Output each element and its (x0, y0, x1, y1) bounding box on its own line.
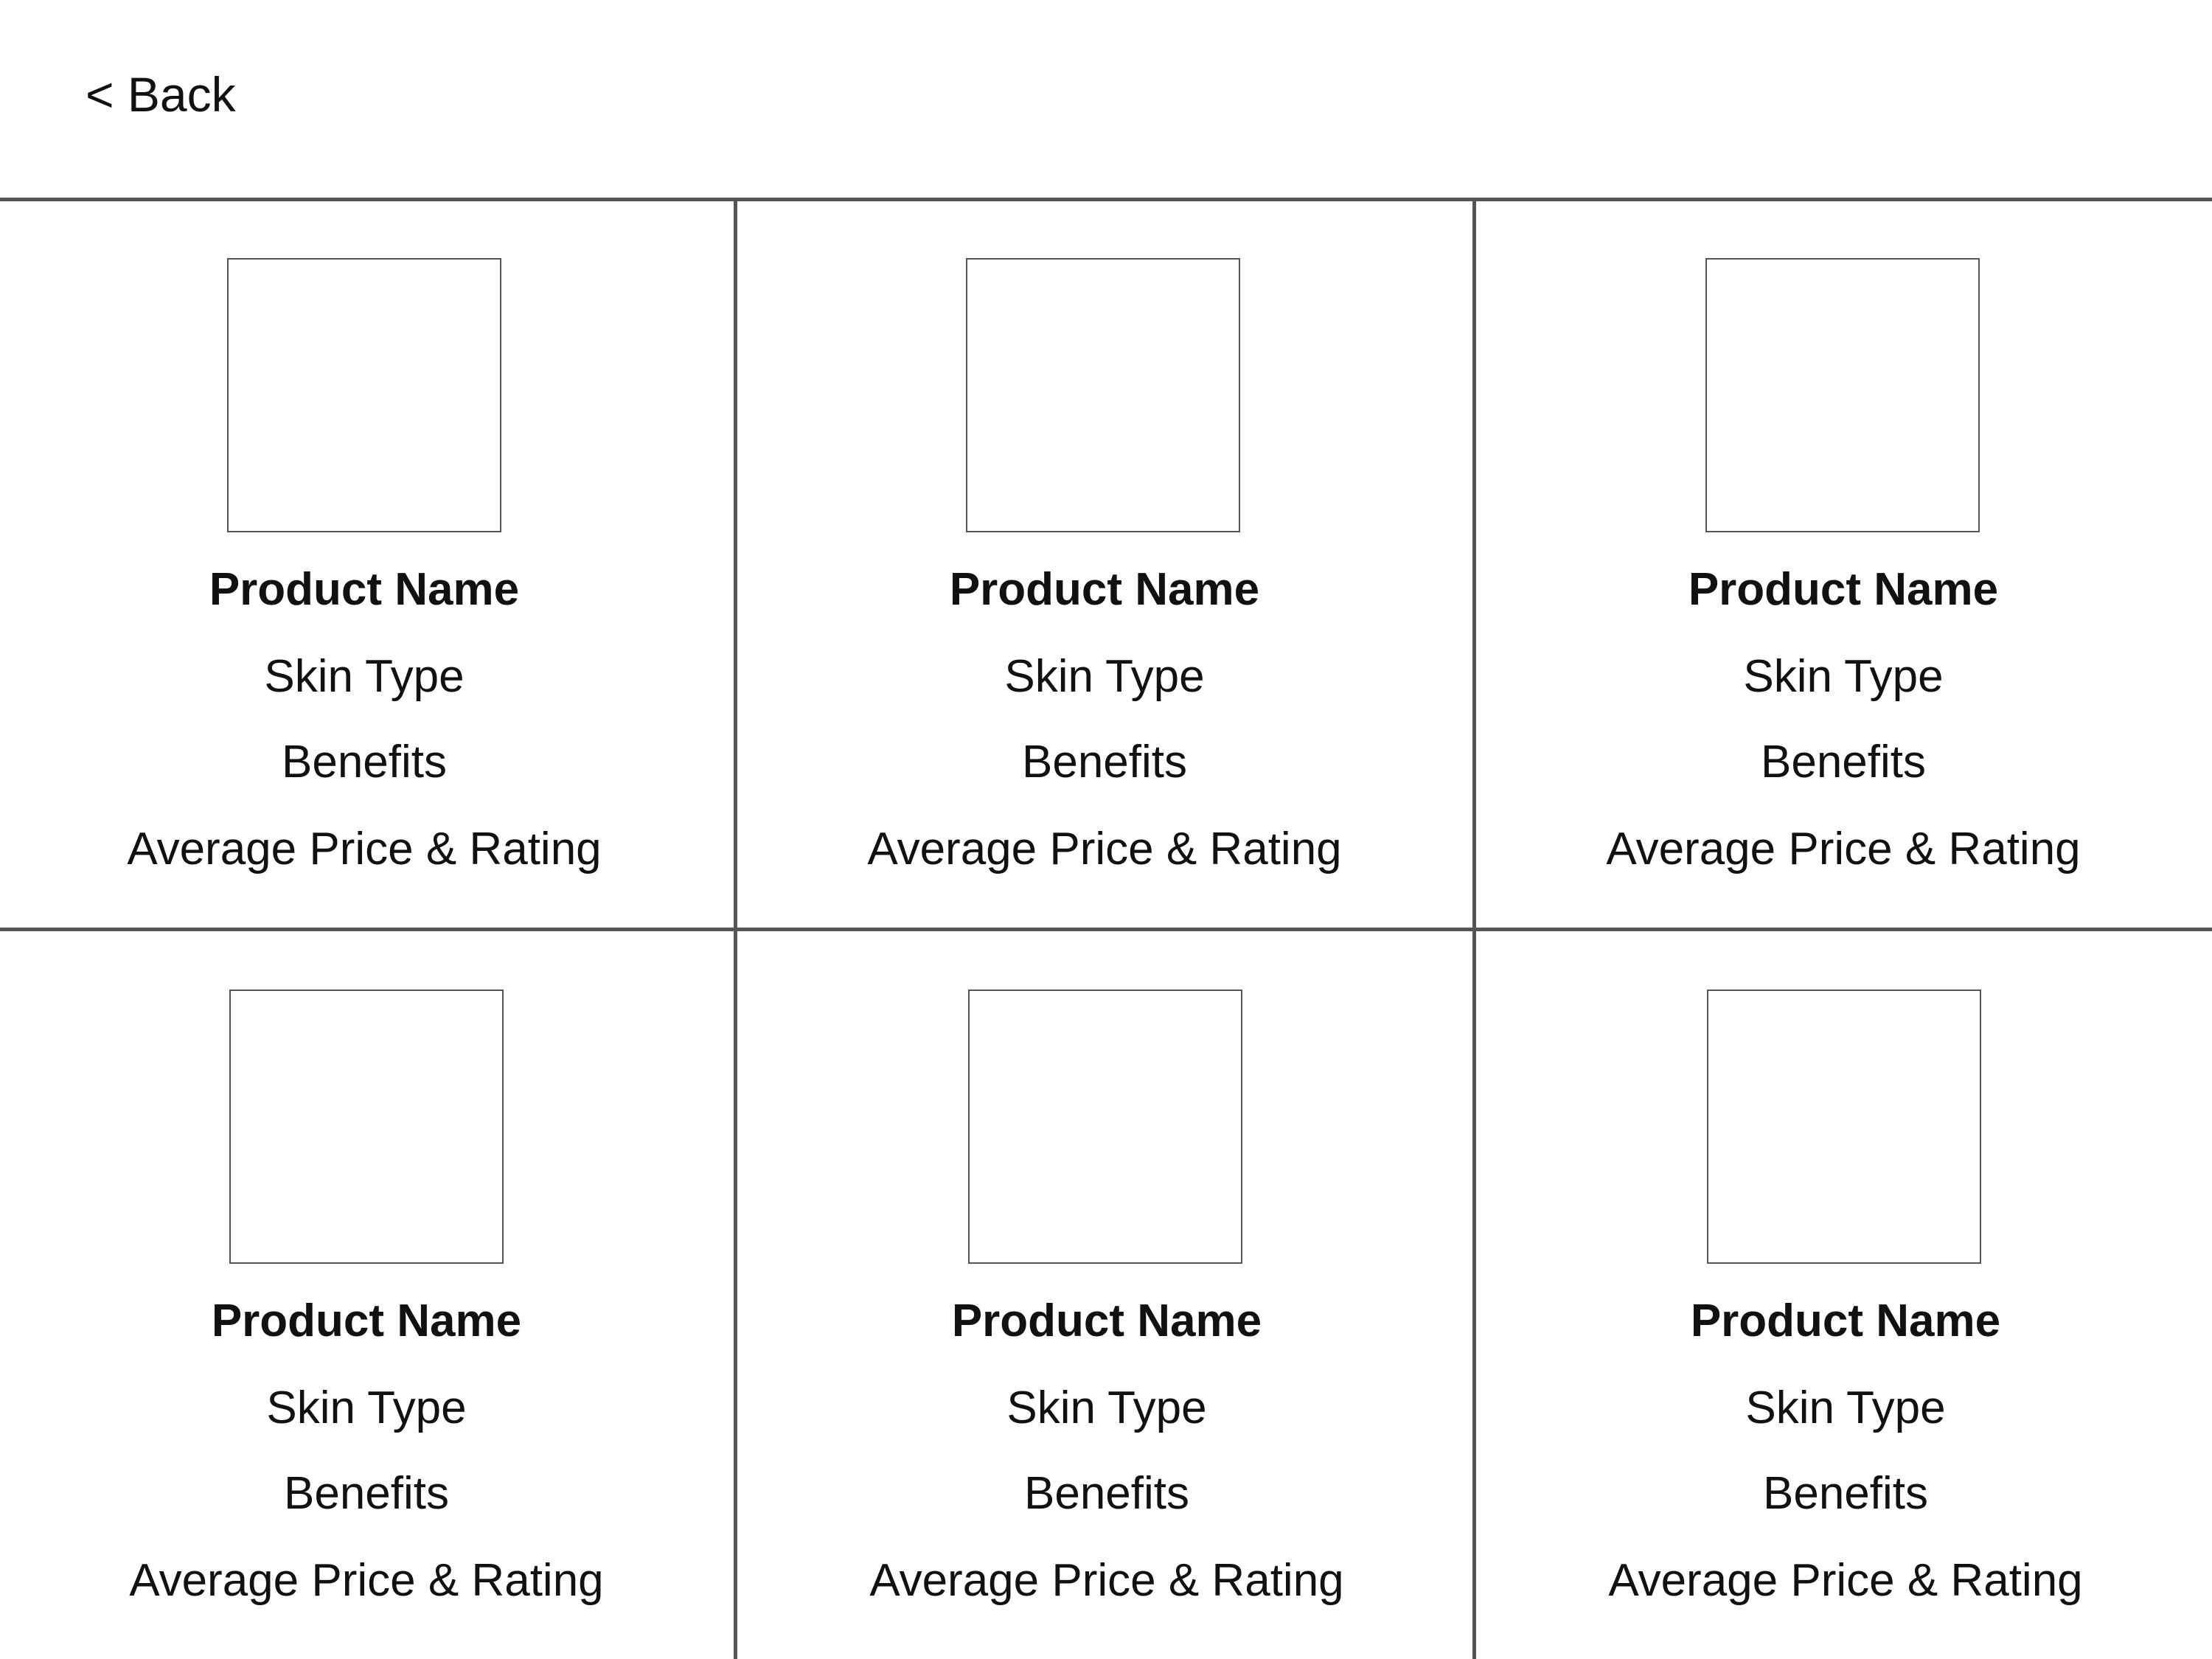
product-grid: Product Name Skin Type Benefits Average … (0, 198, 2212, 1659)
product-image-placeholder (227, 258, 501, 532)
product-benefits: Benefits (1760, 737, 1927, 787)
header: < Back (0, 0, 2212, 198)
product-image-placeholder (1705, 258, 1980, 532)
product-skin-type: Skin Type (1006, 1382, 1207, 1433)
product-skin-type: Skin Type (1745, 1382, 1946, 1433)
product-image-placeholder (966, 258, 1240, 532)
product-card[interactable]: Product Name Skin Type Benefits Average … (1475, 198, 2212, 928)
product-price-rating: Average Price & Rating (869, 1555, 1344, 1606)
product-card[interactable]: Product Name Skin Type Benefits Average … (0, 198, 737, 928)
product-name: Product Name (1690, 1295, 2001, 1346)
product-card[interactable]: Product Name Skin Type Benefits Average … (1475, 929, 2212, 1659)
product-name: Product Name (209, 564, 520, 615)
product-name: Product Name (949, 564, 1260, 615)
product-name: Product Name (951, 1295, 1262, 1346)
product-card[interactable]: Product Name Skin Type Benefits Average … (737, 198, 1475, 928)
product-image-placeholder (229, 990, 504, 1264)
product-name: Product Name (1688, 564, 1999, 615)
product-skin-type: Skin Type (264, 651, 465, 702)
product-image-placeholder (968, 990, 1242, 1264)
product-skin-type: Skin Type (1004, 651, 1205, 702)
product-price-rating: Average Price & Rating (867, 824, 1342, 874)
product-skin-type: Skin Type (266, 1382, 467, 1433)
product-benefits: Benefits (1023, 1468, 1190, 1519)
product-card[interactable]: Product Name Skin Type Benefits Average … (737, 929, 1475, 1659)
product-benefits: Benefits (281, 737, 448, 787)
product-card[interactable]: Product Name Skin Type Benefits Average … (0, 929, 737, 1659)
product-price-rating: Average Price & Rating (1606, 824, 2081, 874)
product-price-rating: Average Price & Rating (127, 824, 602, 874)
product-benefits: Benefits (1021, 737, 1188, 787)
product-benefits: Benefits (1762, 1468, 1929, 1519)
product-skin-type: Skin Type (1743, 651, 1944, 702)
product-price-rating: Average Price & Rating (129, 1555, 604, 1606)
product-image-placeholder (1707, 990, 1981, 1264)
product-name: Product Name (211, 1295, 522, 1346)
product-benefits: Benefits (283, 1468, 450, 1519)
product-price-rating: Average Price & Rating (1608, 1555, 2083, 1606)
back-button[interactable]: < Back (86, 65, 236, 124)
